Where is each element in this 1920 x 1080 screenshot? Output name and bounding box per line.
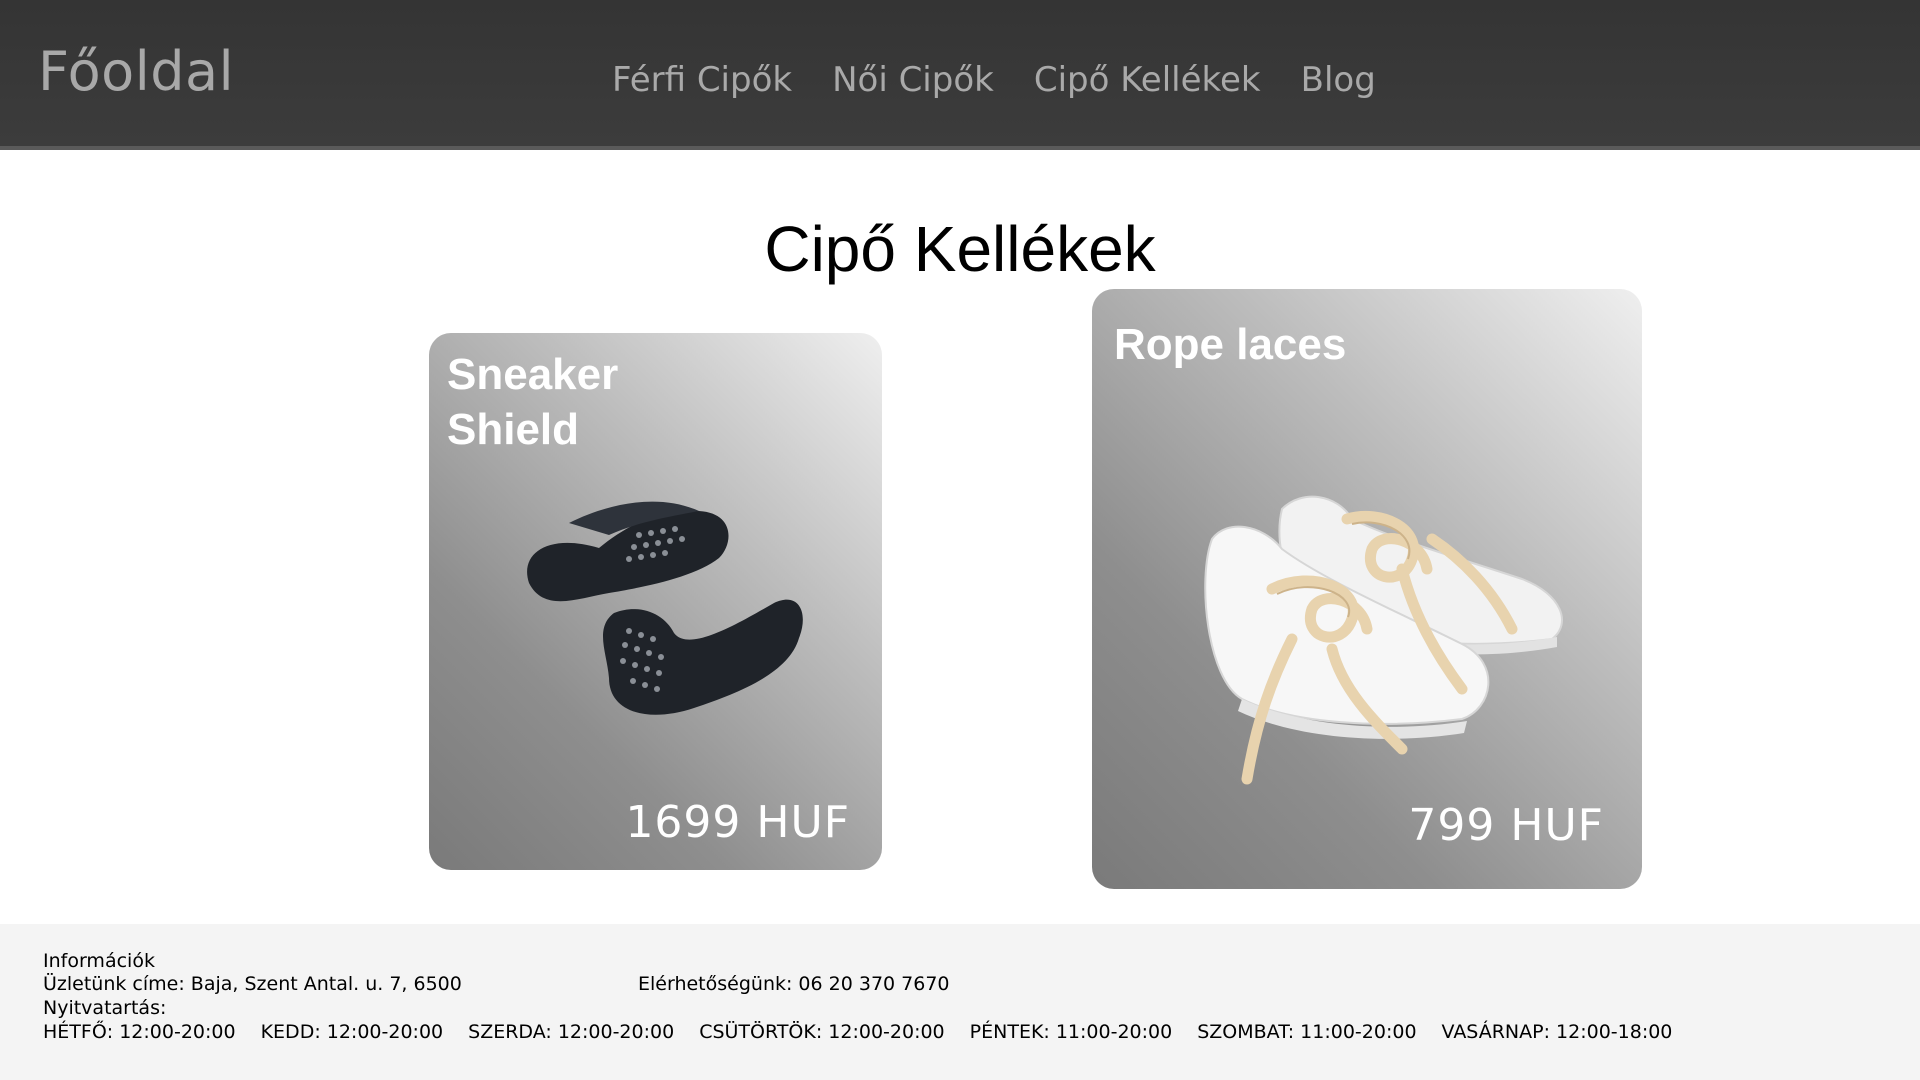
product-card-sneaker-shield[interactable]: Sneaker Shield 1699 HUF (429, 333, 882, 870)
main-nav: Férfi Cipők Női Cipők Cipő Kellékek Blog (612, 60, 1416, 100)
hours-wednesday: SZERDA: 12:00-20:00 (468, 1021, 675, 1043)
page-title: Cipő Kellékek (764, 213, 1156, 285)
store-address: Üzletünk címe: Baja, Szent Antal. u. 7, … (43, 973, 462, 995)
sneaker-shield-image (527, 501, 803, 715)
hours-saturday: SZOMBAT: 11:00-20:00 (1197, 1021, 1417, 1043)
hours-sunday: VASÁRNAP: 12:00-18:00 (1441, 1021, 1673, 1043)
nav-link-blog[interactable]: Blog (1301, 60, 1376, 100)
opening-hours-list: HÉTFŐ: 12:00-20:00 KEDD: 12:00-20:00 SZE… (43, 1021, 1697, 1043)
nav-link-shoe-accessories[interactable]: Cipő Kellékek (1034, 60, 1261, 100)
hours-tuesday: KEDD: 12:00-20:00 (260, 1021, 444, 1043)
contact-phone: Elérhetőségünk: 06 20 370 7670 (638, 973, 950, 995)
nav-link-womens-shoes[interactable]: Női Cipők (832, 60, 994, 100)
product-card-rope-laces[interactable]: Rope laces 799 HUF (1092, 289, 1642, 889)
hours-friday: PÉNTEK: 11:00-20:00 (969, 1021, 1173, 1043)
product-name: Sneaker Shield (447, 350, 619, 454)
rope-laces-image (1204, 495, 1563, 785)
site-footer: Információk Üzletünk címe: Baja, Szent A… (0, 924, 1920, 1080)
footer-heading: Információk (43, 950, 155, 972)
nav-link-mens-shoes[interactable]: Férfi Cipők (612, 60, 792, 100)
home-link[interactable]: Főoldal (38, 40, 234, 103)
product-price: 1699 HUF (625, 797, 850, 848)
site-header: Főoldal Férfi Cipők Női Cipők Cipő Kellé… (0, 0, 1920, 150)
opening-hours-label: Nyitvatartás: (43, 997, 167, 1019)
product-price: 799 HUF (1408, 800, 1604, 851)
hours-thursday: CSÜTÖRTÖK: 12:00-20:00 (699, 1021, 945, 1043)
hours-monday: HÉTFŐ: 12:00-20:00 (43, 1021, 236, 1043)
product-name: Rope laces (1114, 320, 1347, 369)
